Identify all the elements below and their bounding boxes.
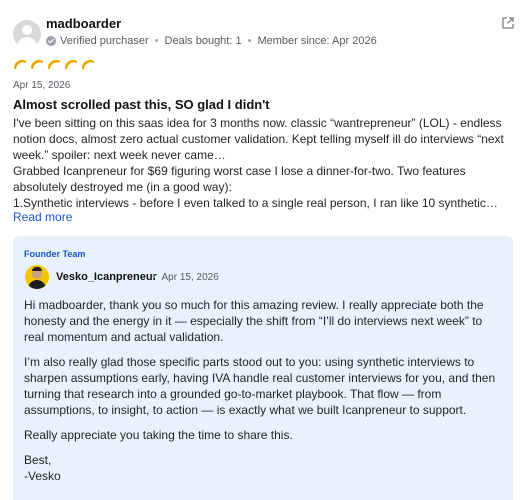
review-paragraph: I've been sitting on this saas idea for … xyxy=(13,116,504,162)
reply-date-wrap: • Apr 15, 2026 xyxy=(152,272,219,283)
reply-signoff: Best, -Vesko xyxy=(24,452,502,484)
sign-off: Best, xyxy=(24,453,52,467)
reply-paragraph: I’m also really glad those specific part… xyxy=(24,355,496,417)
review-title: Almost scrolled past this, SO glad I did… xyxy=(13,97,270,112)
founder-avatar xyxy=(25,265,49,289)
reply-body: Hi madboarder, thank you so much for thi… xyxy=(24,297,502,484)
review-paragraph: Grabbed Icanpreneur for $69 figuring wor… xyxy=(13,164,466,194)
user-avatar xyxy=(13,20,41,48)
founder-reply: Founder Team Vesko_Icanpreneur • Apr 15,… xyxy=(13,236,513,500)
member-since: Member since: Apr 2026 xyxy=(257,35,377,47)
review-paragraph: 1.Synthetic interviews - before I even t… xyxy=(13,196,498,210)
meta-separator: • xyxy=(152,272,156,283)
signature: -Vesko xyxy=(24,469,61,483)
reply-paragraph: Hi madboarder, thank you so much for thi… xyxy=(24,298,484,344)
reviewer-meta: Verified purchaser • Deals bought: 1 • M… xyxy=(46,35,377,47)
taco-icon xyxy=(47,59,60,69)
review-card: madboarder Verified purchaser • Deals bo… xyxy=(0,0,523,500)
founder-team-label: Founder Team xyxy=(24,249,86,259)
meta-separator: • xyxy=(247,35,252,47)
taco-icon xyxy=(30,59,43,69)
verified-check-icon xyxy=(46,36,56,46)
taco-icon xyxy=(81,59,94,69)
taco-icon xyxy=(13,59,26,69)
reply-date: Apr 15, 2026 xyxy=(161,272,219,283)
meta-separator: • xyxy=(154,35,159,47)
verified-label: Verified purchaser xyxy=(60,35,149,47)
founder-name: Vesko_Icanpreneur xyxy=(56,271,157,283)
review-body: I've been sitting on this saas idea for … xyxy=(13,115,513,211)
review-date: Apr 15, 2026 xyxy=(13,80,71,91)
read-more-link[interactable]: Read more xyxy=(13,210,72,224)
reply-paragraph: Really appreciate you taking the time to… xyxy=(24,428,293,442)
username: madboarder xyxy=(46,16,122,31)
deals-bought: Deals bought: 1 xyxy=(164,35,242,47)
rating xyxy=(13,58,95,70)
share-external-icon[interactable] xyxy=(501,16,515,30)
taco-icon xyxy=(64,59,77,69)
